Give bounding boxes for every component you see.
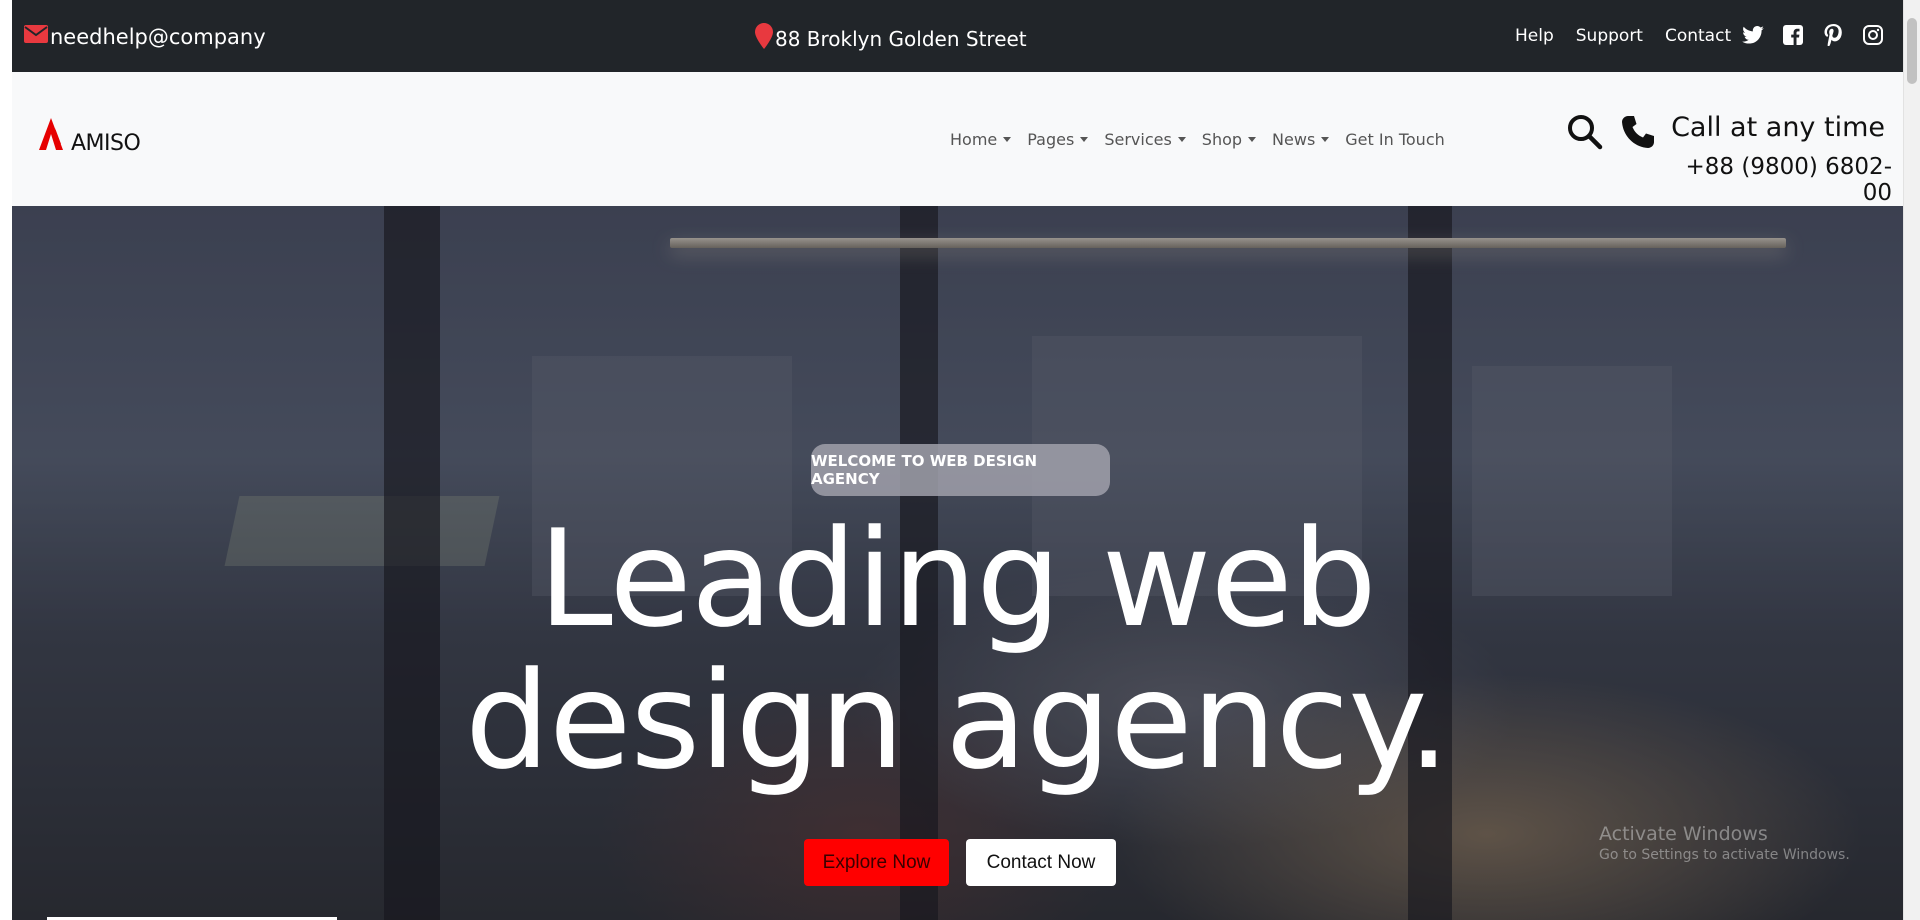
nav-item-label: News xyxy=(1272,130,1316,149)
nav-item-label: Services xyxy=(1104,130,1172,149)
nav-item-news[interactable]: News xyxy=(1272,130,1330,149)
nav-item-services[interactable]: Services xyxy=(1104,130,1186,149)
call-title: Call at any time xyxy=(1671,112,1885,143)
topbar-email[interactable]: needhelp@company xyxy=(24,24,266,49)
caret-down-icon xyxy=(1248,137,1257,142)
map-pin-icon xyxy=(755,23,773,54)
watermark-subtitle: Go to Settings to activate Windows. xyxy=(1599,847,1850,863)
headline-line-1: Leading web xyxy=(538,501,1377,657)
nav-item-label: Home xyxy=(950,130,998,149)
headline-line-2: design agency. xyxy=(464,643,1450,799)
logo-mark-icon xyxy=(39,118,71,156)
nav-menu: Home Pages Services Shop News Get In Tou… xyxy=(950,130,1445,149)
instagram-icon[interactable] xyxy=(1861,23,1885,47)
help-link[interactable]: Help xyxy=(1515,26,1554,46)
nav-item-label: Pages xyxy=(1027,130,1075,149)
caret-down-icon xyxy=(1177,137,1186,142)
topbar-links: Help Support Contact xyxy=(1515,26,1731,46)
nav-item-pages[interactable]: Pages xyxy=(1027,130,1089,149)
windows-activation-watermark: Activate Windows Go to Settings to activ… xyxy=(1599,823,1850,863)
twitter-icon[interactable] xyxy=(1741,23,1765,47)
search-icon[interactable] xyxy=(1567,114,1607,154)
watermark-title: Activate Windows xyxy=(1599,823,1768,845)
hero-headline: Leading web design agency. xyxy=(372,508,1542,792)
main-navbar: AMISO Home Pages Services Shop News Get … xyxy=(12,72,1903,206)
email-text: needhelp@company xyxy=(50,24,266,49)
vertical-scrollbar[interactable] xyxy=(1903,0,1920,920)
explore-now-button[interactable]: Explore Now xyxy=(804,839,949,886)
caret-down-icon xyxy=(1321,137,1330,142)
call-number[interactable]: +88 (9800) 6802-00 xyxy=(1662,154,1892,206)
scrollbar-thumb[interactable] xyxy=(1907,18,1917,84)
social-links xyxy=(1741,23,1885,47)
nav-item-get-in-touch[interactable]: Get In Touch xyxy=(1345,130,1444,149)
nav-item-label: Get In Touch xyxy=(1345,130,1445,149)
contact-now-button[interactable]: Contact Now xyxy=(966,839,1116,886)
logo-text: AMISO xyxy=(71,131,141,156)
support-link[interactable]: Support xyxy=(1576,26,1643,46)
caret-down-icon xyxy=(1003,137,1012,142)
address-text: 88 Broklyn Golden Street xyxy=(775,26,1027,51)
page: needhelp@company 88 Broklyn Golden Stree… xyxy=(0,0,1920,920)
phone-icon xyxy=(1621,115,1661,155)
hero-banner: WELCOME TO WEB DESIGN AGENCY Leading web… xyxy=(12,206,1903,920)
pinterest-icon[interactable] xyxy=(1821,23,1845,47)
top-info-bar: needhelp@company 88 Broklyn Golden Stree… xyxy=(12,0,1903,72)
nav-item-label: Shop xyxy=(1201,130,1243,149)
nav-item-shop[interactable]: Shop xyxy=(1201,130,1257,149)
nav-item-home[interactable]: Home xyxy=(950,130,1012,149)
left-margin xyxy=(0,0,12,920)
contact-link[interactable]: Contact xyxy=(1665,26,1731,46)
logo[interactable]: AMISO xyxy=(39,118,141,156)
envelope-icon xyxy=(24,24,48,49)
topbar-address: 88 Broklyn Golden Street xyxy=(755,23,1027,54)
welcome-badge: WELCOME TO WEB DESIGN AGENCY xyxy=(811,444,1110,496)
facebook-icon[interactable] xyxy=(1781,23,1805,47)
caret-down-icon xyxy=(1080,137,1089,142)
